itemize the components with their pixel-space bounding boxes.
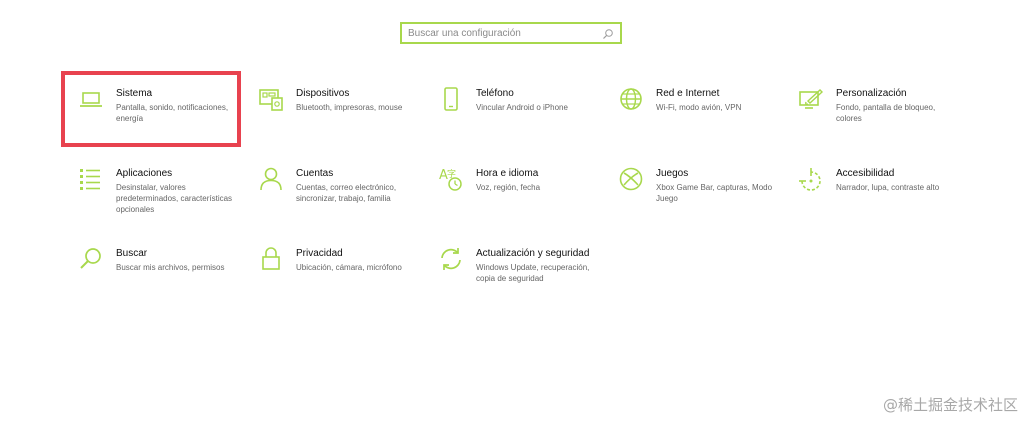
- tile-accesibilidad[interactable]: Accesibilidad Narrador, lupa, contraste …: [798, 166, 976, 238]
- tile-title: Juegos: [656, 168, 689, 179]
- tile-desc: Windows Update, recuperación, copia de s…: [476, 263, 590, 283]
- tile-title: Buscar: [116, 248, 148, 259]
- apps-list-icon: [78, 166, 104, 192]
- tile-desc: Voz, región, fecha: [476, 183, 541, 192]
- tile-title: Dispositivos: [296, 88, 350, 99]
- tile-desc: Ubicación, cámara, micrófono: [296, 263, 402, 272]
- tile-red-internet[interactable]: Red e Internet Wi-Fi, modo avión, VPN: [618, 86, 796, 158]
- tile-desc: Vincular Android o iPhone: [476, 103, 568, 112]
- paint-icon: [798, 86, 824, 112]
- tile-title: Teléfono: [476, 88, 514, 99]
- phone-icon: [438, 86, 464, 112]
- tile-title: Accesibilidad: [836, 168, 895, 179]
- tile-desc: Buscar mis archivos, permisos: [116, 263, 225, 272]
- tile-title: Actualización y seguridad: [476, 248, 590, 259]
- tile-actualizacion-seguridad[interactable]: Actualización y seguridad Windows Update…: [438, 246, 616, 318]
- tile-desc: Bluetooth, impresoras, mouse: [296, 103, 403, 112]
- highlight-box: [61, 71, 241, 147]
- tile-desc: Narrador, lupa, contraste alto: [836, 183, 940, 192]
- watermark: @稀土掘金技术社区: [882, 396, 1018, 414]
- tile-telefono[interactable]: Teléfono Vincular Android o iPhone: [438, 86, 616, 158]
- tile-juegos[interactable]: Juegos Xbox Game Bar, capturas, Modo Jue…: [618, 166, 796, 238]
- search-icon: [78, 246, 104, 272]
- tile-title: Privacidad: [296, 248, 343, 259]
- tile-buscar[interactable]: Buscar Buscar mis archivos, permisos: [78, 246, 256, 318]
- tile-personalizacion[interactable]: Personalización Fondo, pantalla de bloqu…: [798, 86, 976, 158]
- tile-privacidad[interactable]: Privacidad Ubicación, cámara, micrófono: [258, 246, 436, 318]
- person-icon: [258, 166, 284, 192]
- tile-desc: Fondo, pantalla de bloqueo, colores: [836, 103, 936, 123]
- settings-grid: Sistema Pantalla, sonido, notificaciones…: [0, 0, 1024, 421]
- tile-hora-idioma[interactable]: A字 Hora e idioma Voz, región, fecha: [438, 166, 616, 238]
- tile-dispositivos[interactable]: Dispositivos Bluetooth, impresoras, mous…: [258, 86, 436, 158]
- tile-title: Hora e idioma: [476, 168, 539, 179]
- tile-desc: Xbox Game Bar, capturas, Modo Juego: [656, 183, 773, 203]
- xbox-icon: [618, 166, 644, 192]
- tile-desc: Desinstalar, valores predeterminados, ca…: [116, 183, 233, 214]
- tile-desc: Wi-Fi, modo avión, VPN: [656, 103, 742, 112]
- tile-title: Cuentas: [296, 168, 334, 179]
- tile-title: Aplicaciones: [116, 168, 173, 179]
- tile-title: Personalización: [836, 88, 907, 99]
- devices-icon: [258, 86, 284, 112]
- globe-icon: [618, 86, 644, 112]
- time-language-icon: A字: [438, 166, 464, 192]
- tile-cuentas[interactable]: Cuentas Cuentas, correo electrónico, sin…: [258, 166, 436, 238]
- lock-icon: [258, 246, 284, 272]
- tile-desc: Cuentas, correo electrónico, sincronizar…: [296, 183, 397, 203]
- tile-title: Red e Internet: [656, 88, 720, 99]
- sync-icon: [438, 246, 464, 272]
- tile-aplicaciones[interactable]: Aplicaciones Desinstalar, valores predet…: [78, 166, 256, 238]
- accessibility-icon: [798, 166, 824, 192]
